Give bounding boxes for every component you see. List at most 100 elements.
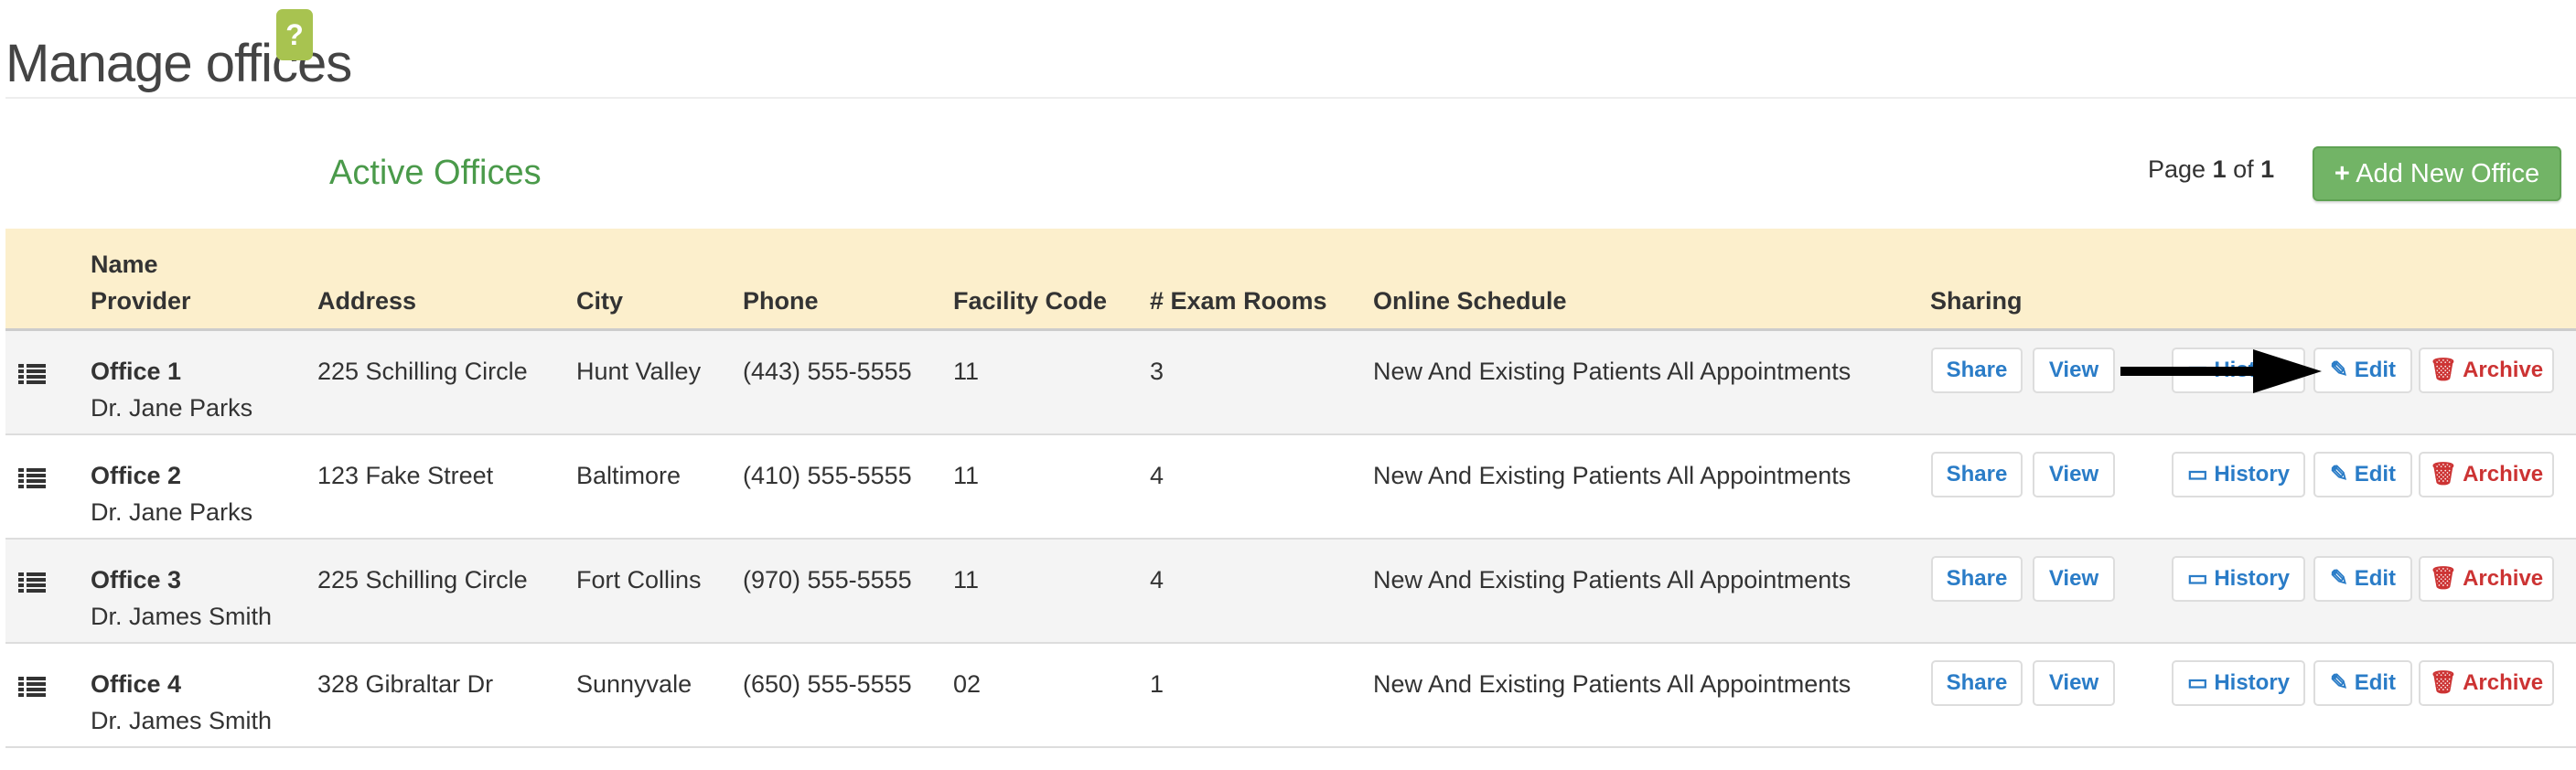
inbox-icon: ▭ bbox=[2186, 462, 2208, 487]
exam-rooms-cell: 4 bbox=[1150, 462, 1165, 489]
table-row: Office 4 Dr. James Smith 328 Gibraltar Dr… bbox=[5, 644, 2576, 748]
edit-label: Edit bbox=[2354, 462, 2397, 487]
office-name: Office 2 bbox=[91, 462, 182, 489]
facility-code-cell: 11 bbox=[953, 358, 980, 385]
history-button[interactable]: ▭ History bbox=[2172, 452, 2305, 497]
page-total: 1 bbox=[2260, 155, 2275, 183]
pencil-icon: ✎ bbox=[2329, 670, 2349, 695]
facility-code-cell: 11 bbox=[953, 462, 980, 489]
header-name: Name bbox=[91, 251, 158, 278]
history-button[interactable]: ▭ History bbox=[2172, 660, 2305, 706]
office-name-cell: Office 4 Dr. James Smith bbox=[91, 666, 272, 739]
archive-label: Archive bbox=[2463, 670, 2544, 695]
edit-label: Edit bbox=[2354, 670, 2397, 695]
provider-name: Dr. James Smith bbox=[91, 707, 273, 734]
view-button[interactable]: View bbox=[2033, 660, 2115, 706]
history-label: History bbox=[2214, 462, 2291, 487]
facility-code-cell: 11 bbox=[953, 566, 980, 594]
address-cell: 225 Schilling Circle bbox=[317, 566, 528, 594]
city-cell: Baltimore bbox=[576, 462, 682, 489]
inbox-icon: ▭ bbox=[2186, 670, 2208, 695]
pagination-label: Page 1 of 1 bbox=[2148, 155, 2274, 184]
header-city: City bbox=[576, 287, 624, 315]
header-online-schedule: Online Schedule bbox=[1373, 287, 1567, 315]
list-icon[interactable] bbox=[18, 364, 46, 384]
table-header: Name Provider Address City Phone Facilit… bbox=[5, 229, 2576, 331]
arrow-annotation-icon bbox=[2120, 349, 2322, 393]
page-of: of bbox=[2233, 155, 2254, 183]
archive-button[interactable]: 🗑 Archive bbox=[2419, 348, 2554, 393]
list-icon[interactable] bbox=[18, 468, 46, 488]
view-button[interactable]: View bbox=[2033, 348, 2115, 393]
edit-label: Edit bbox=[2354, 566, 2397, 591]
pencil-icon: ✎ bbox=[2329, 462, 2349, 487]
list-icon[interactable] bbox=[18, 572, 46, 593]
exam-rooms-cell: 1 bbox=[1150, 670, 1165, 698]
share-button[interactable]: Share bbox=[1931, 348, 2023, 393]
city-cell: Sunnyvale bbox=[576, 670, 692, 698]
add-button-label: Add New Office bbox=[2356, 159, 2540, 188]
view-button[interactable]: View bbox=[2033, 556, 2115, 602]
header-phone: Phone bbox=[743, 287, 819, 315]
share-button[interactable]: Share bbox=[1931, 556, 2023, 602]
archive-button[interactable]: 🗑 Archive bbox=[2419, 660, 2554, 706]
add-new-office-button[interactable]: + Add New Office bbox=[2313, 146, 2561, 201]
online-schedule-cell: New And Existing Patients All Appointmen… bbox=[1373, 566, 1852, 594]
address-cell: 225 Schilling Circle bbox=[317, 358, 528, 385]
view-button[interactable]: View bbox=[2033, 452, 2115, 497]
trash-icon: 🗑 bbox=[2429, 462, 2458, 487]
archive-label: Archive bbox=[2463, 358, 2544, 382]
facility-code-cell: 02 bbox=[953, 670, 982, 698]
header-sharing: Sharing bbox=[1930, 287, 2023, 315]
office-name-cell: Office 2 Dr. Jane Parks bbox=[91, 457, 252, 530]
online-schedule-cell: New And Existing Patients All Appointmen… bbox=[1373, 670, 1852, 698]
edit-button[interactable]: ✎ Edit bbox=[2313, 660, 2412, 706]
online-schedule-cell: New And Existing Patients All Appointmen… bbox=[1373, 358, 1852, 385]
share-button[interactable]: Share bbox=[1931, 452, 2023, 497]
address-cell: 328 Gibraltar Dr bbox=[317, 670, 494, 698]
section-title: Active Offices bbox=[329, 154, 542, 192]
table-row: Office 3 Dr. James Smith 225 Schilling Ci… bbox=[5, 540, 2576, 644]
archive-label: Archive bbox=[2463, 566, 2544, 591]
edit-button[interactable]: ✎ Edit bbox=[2313, 556, 2412, 602]
edit-button[interactable]: ✎ Edit bbox=[2313, 348, 2412, 393]
header-facility-code: Facility Code bbox=[953, 287, 1108, 315]
archive-button[interactable]: 🗑 Archive bbox=[2419, 452, 2554, 497]
list-icon[interactable] bbox=[18, 677, 46, 697]
header-exam-rooms: # Exam Rooms bbox=[1150, 287, 1327, 315]
trash-icon: 🗑 bbox=[2429, 566, 2458, 591]
city-cell: Fort Collins bbox=[576, 566, 702, 594]
header-address: Address bbox=[317, 287, 417, 315]
office-name: Office 1 bbox=[91, 358, 182, 385]
provider-name: Dr. James Smith bbox=[91, 603, 273, 630]
edit-label: Edit bbox=[2354, 358, 2397, 382]
page-prefix: Page bbox=[2148, 155, 2206, 183]
city-cell: Hunt Valley bbox=[576, 358, 702, 385]
inbox-icon: ▭ bbox=[2186, 566, 2208, 591]
pencil-icon: ✎ bbox=[2329, 566, 2349, 591]
archive-button[interactable]: 🗑 Archive bbox=[2419, 556, 2554, 602]
archive-label: Archive bbox=[2463, 462, 2544, 487]
phone-cell: (443) 555-5555 bbox=[743, 358, 912, 385]
table-row: Office 2 Dr. Jane Parks 123 Fake Street B… bbox=[5, 435, 2576, 540]
online-schedule-cell: New And Existing Patients All Appointmen… bbox=[1373, 462, 1852, 489]
history-label: History bbox=[2214, 566, 2291, 591]
divider bbox=[5, 97, 2576, 99]
address-cell: 123 Fake Street bbox=[317, 462, 494, 489]
plus-icon: + bbox=[2334, 159, 2350, 188]
office-name: Office 4 bbox=[91, 670, 182, 698]
phone-cell: (650) 555-5555 bbox=[743, 670, 912, 698]
history-button[interactable]: ▭ History bbox=[2172, 556, 2305, 602]
history-label: History bbox=[2214, 670, 2291, 695]
trash-icon: 🗑 bbox=[2429, 358, 2458, 382]
phone-cell: (410) 555-5555 bbox=[743, 462, 912, 489]
office-name-cell: Office 3 Dr. James Smith bbox=[91, 561, 272, 635]
phone-cell: (970) 555-5555 bbox=[743, 566, 912, 594]
help-button[interactable]: ? bbox=[276, 9, 313, 60]
share-button[interactable]: Share bbox=[1931, 660, 2023, 706]
trash-icon: 🗑 bbox=[2429, 670, 2458, 695]
edit-button[interactable]: ✎ Edit bbox=[2313, 452, 2412, 497]
office-name-cell: Office 1 Dr. Jane Parks bbox=[91, 353, 252, 426]
page-current: 1 bbox=[2212, 155, 2227, 183]
exam-rooms-cell: 4 bbox=[1150, 566, 1165, 594]
